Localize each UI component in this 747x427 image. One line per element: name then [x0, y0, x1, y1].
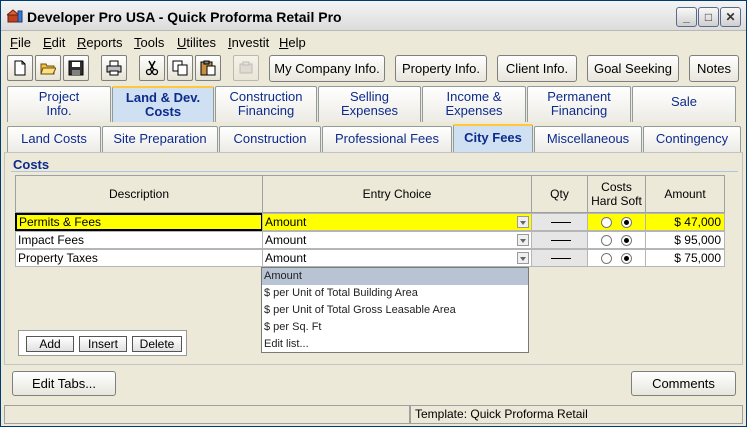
soft-radio[interactable] [621, 235, 632, 246]
cell-description[interactable]: Permits & Fees [15, 213, 263, 231]
subtab-land-costs[interactable]: Land Costs [7, 126, 101, 152]
tab-project-info[interactable]: Project Info. [7, 86, 111, 122]
print-button[interactable] [101, 55, 127, 81]
section-title: Costs [13, 157, 50, 172]
cell-amount[interactable]: $ 75,000 [645, 249, 725, 267]
minimize-button[interactable]: _ [676, 7, 697, 27]
cell-entry-choice[interactable]: Amount [262, 213, 532, 231]
disabled-tool-icon [239, 61, 253, 74]
header-description[interactable]: Description [15, 175, 263, 213]
menu-edit[interactable]: Edit [43, 35, 65, 50]
dropdown-option[interactable]: $ per Unit of Total Gross Leasable Area [262, 302, 528, 319]
comments-button[interactable]: Comments [631, 371, 736, 396]
toolbar: My Company Info. Property Info. Client I… [1, 53, 746, 85]
header-entry-choice[interactable]: Entry Choice [262, 175, 532, 213]
menu-bar: File Edit Reports Tools Utilites Investi… [1, 32, 746, 52]
title-bar[interactable]: Developer Pro USA - Quick Proforma Retai… [1, 1, 746, 31]
main-tabs: Project Info. Land & Dev. Costs Constructi… [1, 86, 746, 122]
close-button[interactable]: ✕ [720, 7, 741, 27]
cell-qty [531, 231, 588, 249]
row-buttons-group: Add Insert Delete [18, 330, 187, 356]
cell-costs [587, 213, 646, 231]
hard-radio[interactable] [601, 253, 612, 264]
cell-qty [531, 213, 588, 231]
soft-radio[interactable] [621, 217, 632, 228]
sub-tabs: Land Costs Site Preparation Construction… [1, 124, 746, 152]
hard-radio[interactable] [601, 217, 612, 228]
save-button[interactable] [63, 55, 89, 81]
entry-choice-dropdown-list: Amount $ per Unit of Total Building Area… [261, 267, 529, 353]
menu-file[interactable]: File [10, 35, 31, 50]
dropdown-arrow-icon[interactable] [517, 216, 529, 228]
dropdown-option[interactable]: Edit list... [262, 336, 528, 353]
section-divider [11, 171, 738, 172]
cell-entry-choice[interactable]: Amount [262, 249, 532, 267]
menu-reports[interactable]: Reports [77, 35, 123, 50]
add-row-button[interactable]: Add [26, 336, 74, 352]
insert-row-button[interactable]: Insert [79, 336, 127, 352]
new-file-icon [14, 60, 26, 76]
new-file-button[interactable] [7, 55, 33, 81]
subtab-miscellaneous[interactable]: Miscellaneous [534, 126, 642, 152]
soft-radio[interactable] [621, 253, 632, 264]
status-bar: Template: Quick Proforma Retail [4, 405, 743, 424]
cell-amount[interactable]: $ 95,000 [645, 231, 725, 249]
cell-costs [587, 249, 646, 267]
dropdown-arrow-icon[interactable] [517, 252, 529, 264]
menu-investit[interactable]: Investit [228, 35, 269, 50]
paste-icon [200, 60, 216, 76]
copy-button[interactable] [167, 55, 193, 81]
menu-help[interactable]: Help [279, 35, 306, 50]
header-qty[interactable]: Qty [531, 175, 588, 213]
subtab-site-preparation[interactable]: Site Preparation [102, 126, 218, 152]
subtab-professional-fees[interactable]: Professional Fees [322, 126, 452, 152]
cell-entry-choice[interactable]: Amount [262, 231, 532, 249]
paste-button[interactable] [195, 55, 221, 81]
dropdown-option[interactable]: Amount [262, 268, 528, 285]
my-company-info-button[interactable]: My Company Info. [269, 55, 385, 82]
app-window: Developer Pro USA - Quick Proforma Retai… [0, 0, 747, 427]
tab-selling-expenses[interactable]: Selling Expenses [318, 86, 421, 122]
disabled-tool-button [233, 55, 259, 81]
edit-tabs-button[interactable]: Edit Tabs... [12, 371, 116, 396]
save-icon [68, 60, 84, 76]
hard-radio[interactable] [601, 235, 612, 246]
dropdown-option[interactable]: $ per Sq. Ft [262, 319, 528, 336]
dropdown-option[interactable]: $ per Unit of Total Building Area [262, 285, 528, 302]
tab-income-expenses[interactable]: Income & Expenses [422, 86, 526, 122]
copy-icon [172, 60, 188, 76]
subtab-city-fees[interactable]: City Fees [453, 124, 533, 152]
delete-row-button[interactable]: Delete [132, 336, 182, 352]
cell-qty [531, 249, 588, 267]
window-title: Developer Pro USA - Quick Proforma Retai… [27, 9, 342, 25]
property-info-button[interactable]: Property Info. [395, 55, 487, 82]
cell-costs [587, 231, 646, 249]
client-info-button[interactable]: Client Info. [497, 55, 577, 82]
tab-permanent-financing[interactable]: Permanent Financing [527, 86, 631, 122]
menu-tools[interactable]: Tools [134, 35, 164, 50]
cut-icon [145, 60, 159, 76]
menu-utilites[interactable]: Utilites [177, 35, 216, 50]
open-folder-icon [40, 63, 56, 75]
status-left [4, 405, 410, 424]
cell-description[interactable]: Impact Fees [15, 231, 263, 249]
subtab-construction[interactable]: Construction [219, 126, 321, 152]
subtab-contingency[interactable]: Contingency [643, 126, 741, 152]
header-amount[interactable]: Amount [645, 175, 725, 213]
tab-sale[interactable]: Sale [632, 86, 736, 122]
open-folder-button[interactable] [35, 55, 61, 81]
goal-seeking-button[interactable]: Goal Seeking [587, 55, 679, 82]
app-logo-icon [7, 9, 23, 23]
dropdown-arrow-icon[interactable] [517, 234, 529, 246]
notes-button[interactable]: Notes [689, 55, 739, 82]
cell-amount[interactable]: $ 47,000 [645, 213, 725, 231]
maximize-button[interactable]: □ [698, 7, 719, 27]
tab-land-dev-costs[interactable]: Land & Dev. Costs [112, 86, 214, 122]
print-icon [106, 60, 122, 76]
header-costs[interactable]: Costs Hard Soft [587, 175, 646, 213]
cell-description[interactable]: Property Taxes [15, 249, 263, 267]
cut-button[interactable] [139, 55, 165, 81]
tab-construction-financing[interactable]: Construction Financing [215, 86, 317, 122]
status-template: Template: Quick Proforma Retail [410, 405, 743, 424]
